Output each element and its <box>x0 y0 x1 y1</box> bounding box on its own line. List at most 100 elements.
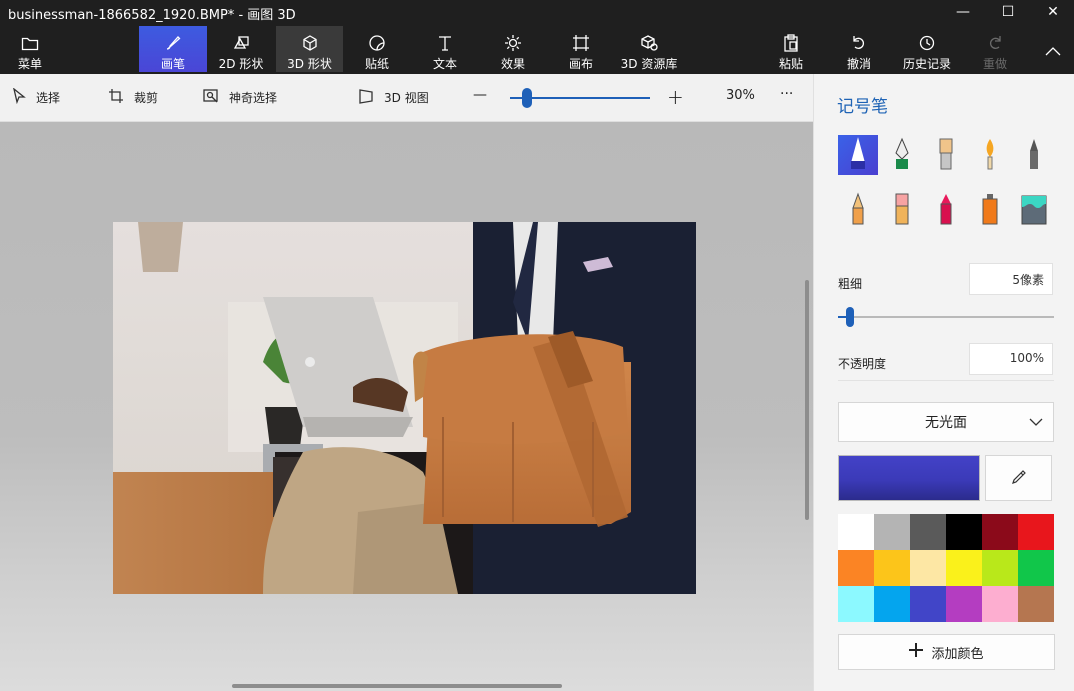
color-swatch[interactable] <box>1018 514 1054 550</box>
add-color-button[interactable]: 添加颜色 <box>838 634 1055 670</box>
close-icon: ✕ <box>1047 4 1059 20</box>
tab-3d-shapes[interactable]: 3D 形状 <box>276 26 343 72</box>
calligraphy-pen-tool[interactable] <box>882 135 922 175</box>
crop-tool[interactable]: 裁剪 <box>108 88 158 107</box>
library3d-label: 3D 资源库 <box>620 57 678 71</box>
color-swatch[interactable] <box>1018 586 1054 622</box>
panel-title: 记号笔 <box>837 97 888 117</box>
color-swatch[interactable] <box>874 586 910 622</box>
brush-settings-panel: 记号笔 粗细 5像素 不透明度 100% 无光面 添加颜色 <box>813 74 1074 691</box>
canvas-icon <box>572 32 590 53</box>
color-swatch[interactable] <box>838 514 874 550</box>
oil-brush-tool[interactable] <box>926 135 966 175</box>
thickness-label: 粗细 <box>838 277 863 291</box>
pixel-pen-tool[interactable] <box>1014 135 1054 175</box>
color-swatch[interactable] <box>874 550 910 586</box>
brush-icon <box>164 32 182 53</box>
color-swatch[interactable] <box>982 586 1018 622</box>
cube-icon <box>301 32 319 53</box>
watercolor-tool[interactable] <box>970 135 1010 175</box>
shapes-2d-icon <box>232 32 250 53</box>
zoom-slider-thumb[interactable] <box>521 88 532 108</box>
magic-select-tool[interactable]: 神奇选择 <box>203 88 277 107</box>
more-options-button[interactable]: ··· <box>780 86 793 102</box>
chevron-down-icon <box>1029 415 1043 431</box>
plus-icon <box>909 643 924 661</box>
eraser-icon <box>892 192 912 229</box>
crayon-tool[interactable] <box>926 190 966 230</box>
history-button[interactable]: 历史记录 <box>896 26 958 72</box>
paste-button[interactable]: 粘贴 <box>768 26 814 72</box>
thickness-slider-track[interactable] <box>838 316 1054 318</box>
finish-value: 无光面 <box>925 415 967 431</box>
canvas-image[interactable] <box>113 222 696 594</box>
tab-2d-shapes[interactable]: 2D 形状 <box>208 26 274 72</box>
cursor-icon <box>12 87 26 107</box>
minimize-button[interactable]: — <box>940 0 986 24</box>
fill-bucket-tool[interactable] <box>1014 190 1054 230</box>
crop-label: 裁剪 <box>134 91 159 105</box>
minimize-icon: — <box>956 4 970 20</box>
color-swatch[interactable] <box>874 514 910 550</box>
zoom-in-button[interactable]: + <box>667 85 684 109</box>
crayon-icon <box>936 192 956 229</box>
marker-icon <box>848 136 868 174</box>
view-3d-toggle[interactable]: 3D 视图 <box>358 88 429 107</box>
close-button[interactable]: ✕ <box>1030 0 1074 24</box>
color-swatch[interactable] <box>910 550 946 586</box>
sticker-icon <box>368 32 386 53</box>
collapse-ribbon-button[interactable] <box>1036 26 1070 72</box>
opacity-label: 不透明度 <box>838 357 887 371</box>
tab-brushes[interactable]: 画笔 <box>139 26 207 72</box>
finish-dropdown[interactable]: 无光面 <box>838 402 1054 442</box>
tab-stickers[interactable]: 贴纸 <box>350 26 404 72</box>
zoom-out-button[interactable]: — <box>473 87 487 103</box>
opacity-slider[interactable] <box>838 380 1054 381</box>
maximize-icon: ☐ <box>1001 4 1015 20</box>
current-color-swatch[interactable] <box>838 455 980 501</box>
color-swatch[interactable] <box>982 514 1018 550</box>
watercolor-icon <box>980 137 1000 174</box>
oil-brush-icon <box>936 137 956 174</box>
select-label: 选择 <box>36 91 61 105</box>
thickness-slider-thumb[interactable] <box>845 307 854 327</box>
undo-button[interactable]: 撤消 <box>836 26 882 72</box>
thickness-input[interactable]: 5像素 <box>969 263 1053 295</box>
maximize-button[interactable]: ☐ <box>985 0 1031 24</box>
vertical-scrollbar[interactable] <box>805 280 809 520</box>
tab-effects[interactable]: 效果 <box>486 26 540 72</box>
tab-3d-library[interactable]: 3D 资源库 <box>617 26 681 72</box>
color-swatch[interactable] <box>1018 550 1054 586</box>
chevron-up-icon <box>1045 40 1061 62</box>
color-swatch[interactable] <box>946 550 982 586</box>
window-title: businessman-1866582_1920.BMP* - 画图 3D <box>8 8 296 23</box>
spray-can-tool[interactable] <box>970 190 1010 230</box>
color-swatch[interactable] <box>910 586 946 622</box>
color-swatch[interactable] <box>838 586 874 622</box>
color-swatch[interactable] <box>910 514 946 550</box>
shapes3d-label: 3D 形状 <box>287 57 332 71</box>
select-tool[interactable]: 选择 <box>12 87 61 107</box>
color-swatch[interactable] <box>982 550 1018 586</box>
library-icon <box>640 32 658 53</box>
color-swatch[interactable] <box>946 514 982 550</box>
redo-button[interactable]: 重做 <box>972 26 1018 72</box>
color-swatch[interactable] <box>838 550 874 586</box>
eraser-tool[interactable] <box>882 190 922 230</box>
horizontal-scrollbar[interactable] <box>232 684 562 688</box>
tab-text[interactable]: 文本 <box>418 26 472 72</box>
canvas-area[interactable] <box>0 122 813 691</box>
color-swatch[interactable] <box>946 586 982 622</box>
effects-label: 效果 <box>500 57 525 71</box>
tool-options-bar: 选择 裁剪 神奇选择 3D 视图 — + 30% ··· <box>0 74 813 122</box>
menu-button[interactable]: 菜单 <box>8 26 52 72</box>
shapes2d-label: 2D 形状 <box>218 57 264 71</box>
marker-tool[interactable] <box>838 135 878 175</box>
stickers-label: 贴纸 <box>364 57 389 71</box>
zoom-percent: 30% <box>726 88 755 103</box>
pixel-pen-icon <box>1024 137 1044 174</box>
pencil-tool[interactable] <box>838 190 878 230</box>
opacity-input[interactable]: 100% <box>969 343 1053 375</box>
tab-canvas[interactable]: 画布 <box>554 26 608 72</box>
eyedropper-button[interactable] <box>985 455 1052 501</box>
